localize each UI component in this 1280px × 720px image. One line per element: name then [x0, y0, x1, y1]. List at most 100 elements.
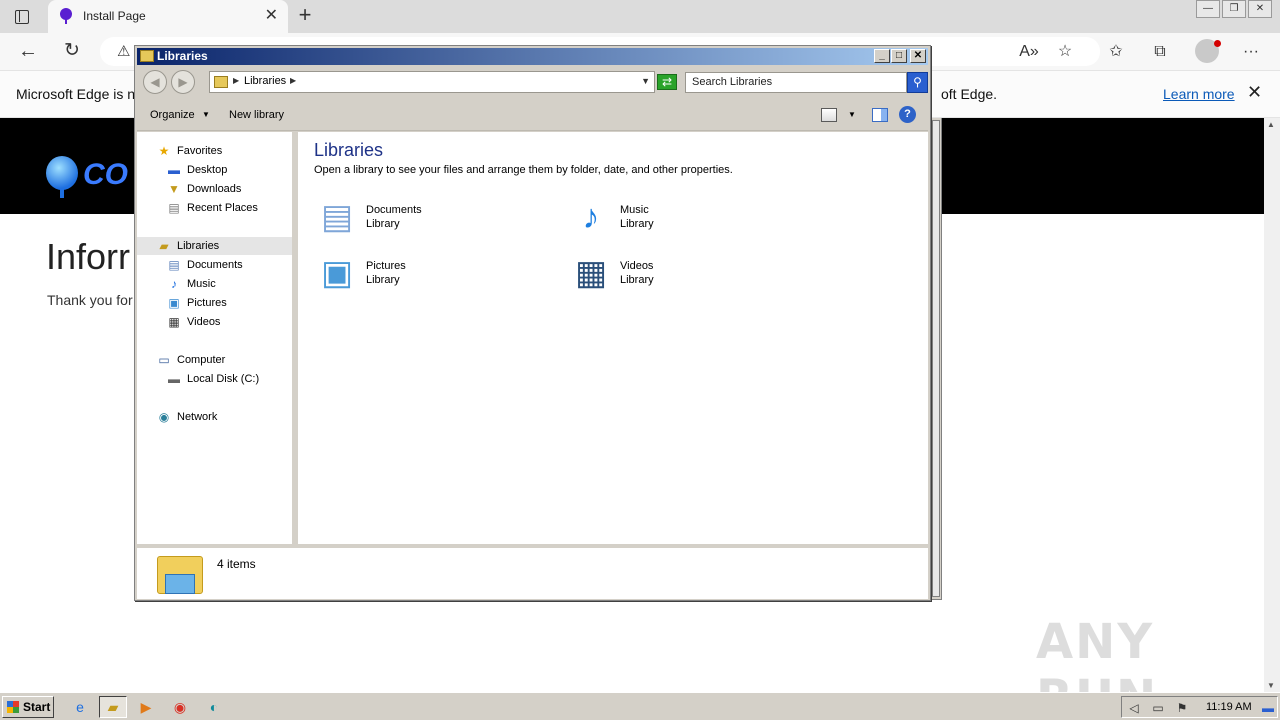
nav-label: Music — [187, 278, 216, 290]
minimize-button[interactable]: _ — [874, 49, 890, 63]
pictures-icon: ▣ — [168, 296, 180, 310]
music-library-icon: ♪ — [582, 198, 600, 236]
page-scrollbar[interactable]: ▲ ▼ — [1264, 118, 1280, 692]
back-button[interactable]: ◀ — [143, 70, 167, 94]
page-body-text: Thank you for — [47, 292, 133, 308]
nav-favorites[interactable]: ★ Favorites — [157, 142, 287, 160]
computer-icon: ▭ — [158, 353, 170, 367]
command-bar: Organize ▼ New library ▼ ? — [137, 99, 928, 131]
internet-explorer-icon[interactable]: e — [66, 696, 94, 718]
library-documents[interactable]: ▤ Documents Library — [314, 194, 554, 244]
browser-tab-install-page[interactable]: Install Page ✕ — [48, 0, 288, 33]
help-icon[interactable]: ? — [899, 106, 916, 123]
nav-documents[interactable]: ▤ Documents — [167, 256, 287, 274]
infobar-close-icon[interactable]: ✕ — [1247, 82, 1262, 103]
show-desktop-icon[interactable]: ▬ — [1260, 700, 1276, 716]
not-secure-warning-icon[interactable]: ⚠ — [117, 42, 130, 60]
forward-button[interactable]: ▶ — [171, 70, 195, 94]
volume-icon[interactable]: ◁ — [1126, 700, 1142, 716]
star-icon: ★ — [158, 144, 170, 158]
nav-label: Documents — [187, 259, 243, 271]
search-icon[interactable]: ⚲ — [907, 72, 928, 93]
new-tab-button[interactable]: + — [293, 3, 317, 27]
network-tray-icon[interactable]: ▭ — [1150, 700, 1166, 716]
explorer-window: Libraries _ □ ✕ ◀ ▶ ▶ Libraries ▶ ▼ ⇄ Se… — [134, 45, 931, 601]
nav-downloads[interactable]: ▼ Downloads — [167, 180, 287, 198]
downloads-folder-icon: ▼ — [168, 182, 180, 196]
maximize-button[interactable]: □ — [891, 49, 907, 63]
media-player-icon[interactable]: ▶ — [132, 696, 160, 718]
nav-local-disk[interactable]: ▬ Local Disk (C:) — [167, 370, 287, 388]
search-placeholder: Search Libraries — [692, 76, 773, 88]
close-window-button[interactable]: ✕ — [1248, 0, 1272, 18]
network-icon: ◉ — [158, 410, 170, 424]
explorer-titlebar[interactable]: Libraries _ □ ✕ — [137, 48, 928, 65]
nav-label: Network — [177, 411, 218, 423]
organize-button[interactable]: Organize — [150, 109, 195, 121]
scroll-down-icon[interactable]: ▼ — [1267, 681, 1275, 690]
nav-label: Recent Places — [187, 202, 258, 214]
address-dropdown-icon[interactable]: ▼ — [641, 76, 650, 86]
content-pane: Libraries Open a library to see your fil… — [298, 132, 928, 544]
explorer-navbar: ◀ ▶ ▶ Libraries ▶ ▼ ⇄ Search Libraries ⚲ — [137, 66, 928, 98]
back-arrow-icon[interactable]: ← — [15, 38, 41, 64]
nav-videos[interactable]: ▦ Videos — [167, 313, 287, 331]
start-label: Start — [23, 700, 51, 714]
library-music[interactable]: ♪ Music Library — [568, 194, 808, 244]
content-subtitle: Open a library to see your files and arr… — [314, 164, 733, 176]
new-library-button[interactable]: New library — [229, 109, 284, 121]
change-view-icon[interactable] — [821, 108, 837, 122]
edge-icon[interactable]: ◐ — [200, 696, 228, 718]
more-options-icon[interactable]: ··· — [1240, 41, 1262, 63]
nav-music[interactable]: ♪ Music — [167, 275, 287, 293]
profile-avatar[interactable] — [1195, 39, 1221, 63]
view-dropdown-icon[interactable]: ▼ — [848, 110, 856, 119]
nav-computer[interactable]: ▭ Computer — [157, 351, 287, 369]
nav-label: Desktop — [187, 164, 228, 176]
action-center-flag-icon[interactable]: ⚑ — [1174, 700, 1190, 716]
breadcrumb-libraries[interactable]: Libraries — [244, 75, 286, 87]
nav-label: Pictures — [187, 297, 227, 309]
close-button[interactable]: ✕ — [910, 49, 926, 63]
breadcrumb-separator-icon[interactable]: ▶ — [233, 76, 239, 85]
tab-actions-icon[interactable] — [10, 6, 32, 26]
clock[interactable]: 11:19 AM — [1206, 701, 1252, 713]
page-heading: Inforr — [46, 236, 131, 277]
favorites-icon[interactable]: ✩ — [1105, 41, 1127, 63]
add-favorite-icon[interactable]: ☆ — [1054, 41, 1076, 63]
breadcrumb-separator-icon[interactable]: ▶ — [290, 76, 296, 85]
tab-close-icon[interactable]: ✕ — [265, 7, 278, 25]
library-name: Documents — [366, 204, 422, 216]
nav-recent-places[interactable]: ▤ Recent Places — [167, 199, 287, 217]
browser-window-controls: — ❐ ✕ — [1194, 0, 1272, 18]
explorer-taskbar-icon[interactable]: ▰ — [99, 696, 127, 718]
hard-disk-icon: ▬ — [168, 372, 180, 386]
nav-label: Libraries — [177, 240, 220, 252]
scroll-up-icon[interactable]: ▲ — [1267, 120, 1275, 129]
learn-more-link[interactable]: Learn more — [1163, 86, 1235, 102]
tab-title: Install Page — [83, 9, 146, 23]
preview-pane-icon[interactable] — [872, 108, 888, 122]
nav-pictures[interactable]: ▣ Pictures — [167, 294, 287, 312]
nav-libraries[interactable]: ▰ Libraries — [137, 237, 292, 255]
collections-icon[interactable]: ⧉ — [1149, 41, 1171, 63]
window-resize-frame — [930, 118, 942, 600]
library-folder-icon — [140, 50, 154, 62]
restore-button[interactable]: ❐ — [1222, 0, 1246, 18]
refresh-icon[interactable]: ⇄ — [657, 74, 677, 90]
organize-dropdown-icon[interactable]: ▼ — [202, 110, 210, 119]
read-aloud-icon[interactable]: A» — [1018, 41, 1040, 63]
search-input[interactable]: Search Libraries — [685, 72, 907, 93]
infobar-message-end: oft Edge. — [941, 86, 998, 102]
address-breadcrumb[interactable]: ▶ Libraries ▶ ▼ — [209, 71, 655, 93]
nav-label: Favorites — [177, 145, 223, 157]
start-button[interactable]: Start — [2, 696, 54, 718]
nav-network[interactable]: ◉ Network — [157, 408, 287, 426]
library-videos[interactable]: ▦ Videos Library — [568, 250, 808, 300]
chrome-icon[interactable]: ◉ — [166, 696, 194, 718]
minimize-button[interactable]: — — [1196, 0, 1220, 18]
refresh-icon[interactable]: ↻ — [59, 38, 85, 64]
browser-tabstrip: Install Page ✕ + — ❐ ✕ — [0, 0, 1280, 33]
nav-desktop[interactable]: ▬ Desktop — [167, 161, 287, 179]
library-pictures[interactable]: ▣ Pictures Library — [314, 250, 554, 300]
